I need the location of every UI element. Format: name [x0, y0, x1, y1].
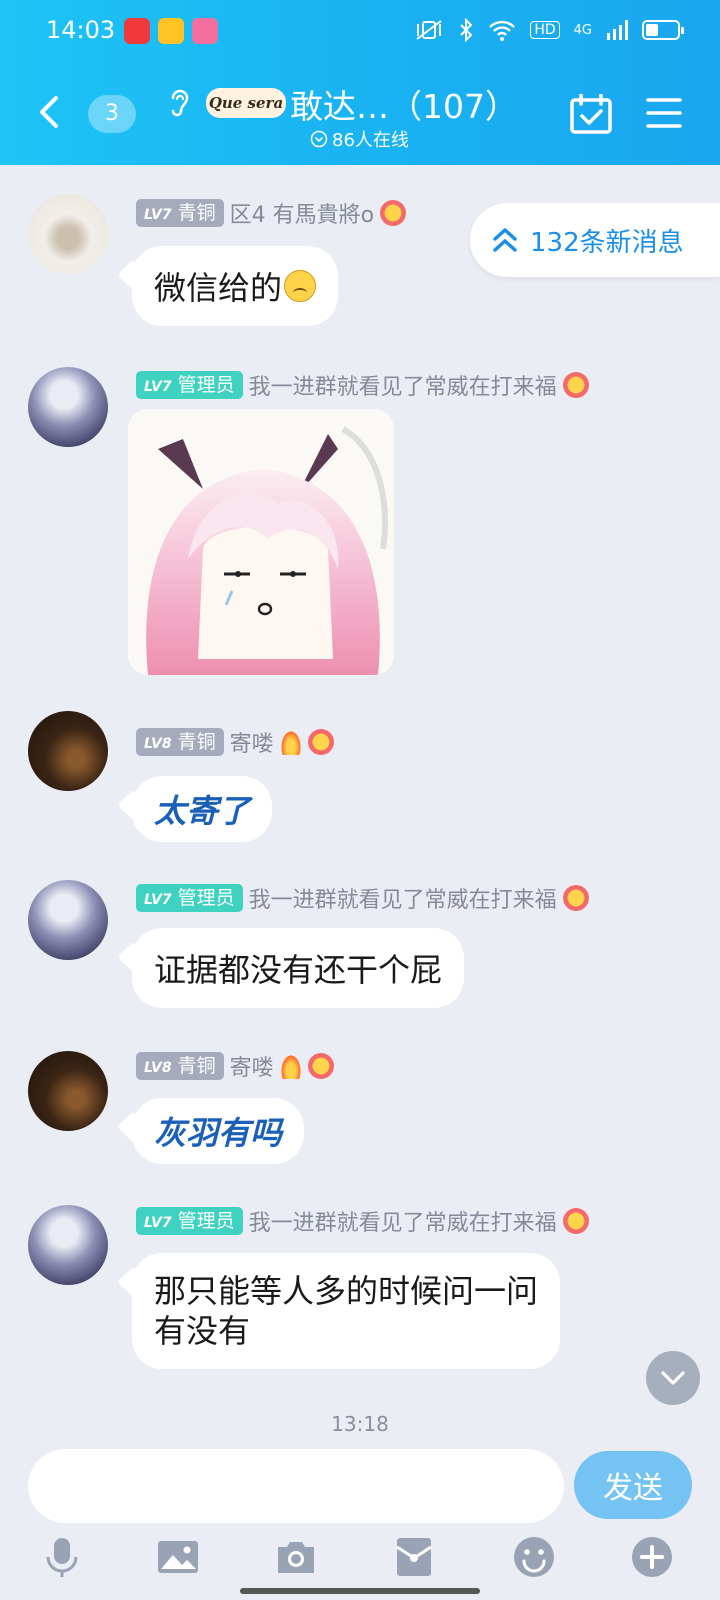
group-title[interactable]: 敢达…（107）	[290, 80, 518, 128]
message-bubble[interactable]: 太寄了	[132, 776, 273, 842]
rank-label: 青铜	[177, 202, 216, 224]
level-badge: LV8 青铜	[136, 1052, 224, 1080]
battery-icon	[642, 20, 684, 40]
bluetooth-icon	[460, 18, 473, 42]
calendar-check-icon[interactable]	[570, 94, 612, 134]
network-label: 4G	[573, 22, 592, 38]
rank-label: 管理员	[177, 374, 235, 396]
sad-emoji-icon	[284, 270, 317, 302]
level-badge: LV7 青铜	[136, 199, 224, 227]
status-time: 14:03	[46, 16, 116, 44]
sender-meta: LV8 青铜 寄喽	[136, 726, 334, 758]
message-text: 灰羽有吗	[154, 1114, 283, 1152]
message-bubble[interactable]: 灰羽有吗	[132, 1098, 305, 1164]
signal-icon	[607, 20, 628, 40]
fire-icon	[279, 1053, 302, 1079]
avatar[interactable]	[28, 1205, 108, 1285]
group-logo: Que sera	[206, 88, 286, 118]
message-bubble[interactable]: 那只能等人多的时候问一问 有没有	[132, 1253, 561, 1369]
message-bubble[interactable]: 证据都没有还干个屁	[132, 928, 465, 1008]
online-count-text: 86人在线	[332, 130, 409, 151]
back-icon[interactable]	[30, 92, 70, 132]
avatar[interactable]	[28, 711, 108, 791]
camera-icon[interactable]	[274, 1535, 318, 1579]
hd-badge: HD	[530, 21, 560, 39]
scroll-to-bottom-button[interactable]	[646, 1351, 700, 1405]
send-button[interactable]: 发送	[574, 1451, 692, 1519]
flower-emoji-icon	[307, 1053, 334, 1079]
sender-meta: LV7 管理员 我一进群就看见了常威在打来福	[136, 369, 589, 401]
fire-icon	[279, 729, 302, 755]
red-packet-icon[interactable]	[392, 1535, 436, 1579]
level-badge: LV8 青铜	[136, 728, 224, 756]
chevron-down-icon	[661, 1371, 685, 1385]
flower-emoji-icon	[562, 1208, 589, 1234]
message-text: 证据都没有还干个屁	[154, 951, 443, 989]
avatar[interactable]	[28, 1051, 108, 1131]
sticker-image[interactable]	[128, 409, 394, 675]
status-icons: HD 4G	[414, 18, 684, 42]
sender-meta: LV7 管理员 我一进群就看见了常威在打来福	[136, 1205, 589, 1237]
rank-label: 青铜	[177, 731, 216, 753]
sender-name[interactable]: 寄喽	[230, 726, 274, 758]
message-text-line: 有没有	[154, 1312, 251, 1350]
chat-header: 14:03 HD 4G 3 Que sera 敢达…（107） 86人在线	[0, 0, 720, 165]
image-icon[interactable]	[156, 1535, 200, 1579]
microphone-icon[interactable]	[40, 1535, 84, 1579]
message-input[interactable]	[28, 1449, 564, 1523]
sender-name[interactable]: 我一进群就看见了常威在打来福	[249, 369, 557, 401]
rank-label: 管理员	[177, 887, 235, 909]
sender-meta: LV7 管理员 我一进群就看见了常威在打来福	[136, 882, 589, 914]
message-text: 太寄了	[154, 792, 251, 830]
new-messages-button[interactable]: 132条新消息	[470, 203, 720, 277]
sender-name[interactable]: 寄喽	[230, 1050, 274, 1082]
anime-girl-sticker-icon	[128, 409, 394, 675]
status-bar: 14:03 HD 4G	[0, 0, 720, 64]
unread-count-badge[interactable]: 3	[88, 95, 136, 133]
avatar[interactable]	[28, 367, 108, 447]
message-text-line: 那只能等人多的时候问一问	[154, 1272, 539, 1310]
new-messages-label: 132条新消息	[530, 227, 684, 258]
mute-vibrate-icon	[416, 20, 442, 40]
online-status[interactable]: 86人在线	[310, 126, 409, 152]
emoji-icon[interactable]	[512, 1535, 556, 1579]
home-indicator[interactable]	[240, 1588, 480, 1594]
double-chevron-up-icon	[493, 228, 517, 252]
sender-meta: LV8 青铜 寄喽	[136, 1050, 334, 1082]
message-timestamp: 13:18	[331, 1412, 389, 1436]
sender-meta: LV7 青铜 区4 有馬貴將o	[136, 197, 407, 229]
wifi-icon	[489, 20, 516, 41]
plus-icon[interactable]	[630, 1535, 674, 1579]
wallet-app-icon	[158, 18, 184, 44]
level-badge: LV7 管理员	[136, 884, 243, 912]
sender-name[interactable]: 区4 有馬貴將o	[230, 197, 374, 229]
ear-icon[interactable]	[166, 86, 192, 120]
message-bubble[interactable]: 微信给的	[132, 246, 339, 326]
message-text: 微信给的	[154, 269, 283, 307]
flower-emoji-icon	[380, 200, 407, 226]
avatar[interactable]	[28, 194, 108, 274]
flower-emoji-icon	[562, 372, 589, 398]
flower-emoji-icon	[307, 729, 334, 755]
sender-name[interactable]: 我一进群就看见了常威在打来福	[249, 882, 557, 914]
chevron-down-circle-icon	[310, 130, 328, 148]
composer-bar: 发送	[0, 1425, 720, 1600]
menu-icon[interactable]	[646, 96, 682, 130]
rank-label: 青铜	[177, 1055, 216, 1077]
level-badge: LV7 管理员	[136, 371, 243, 399]
bilibili-app-icon	[192, 18, 218, 44]
flower-emoji-icon	[562, 885, 589, 911]
sender-name[interactable]: 我一进群就看见了常威在打来福	[249, 1205, 557, 1237]
level-badge: LV7 管理员	[136, 1207, 243, 1235]
avatar[interactable]	[28, 880, 108, 960]
video-app-icon	[124, 18, 150, 44]
rank-label: 管理员	[177, 1210, 235, 1232]
